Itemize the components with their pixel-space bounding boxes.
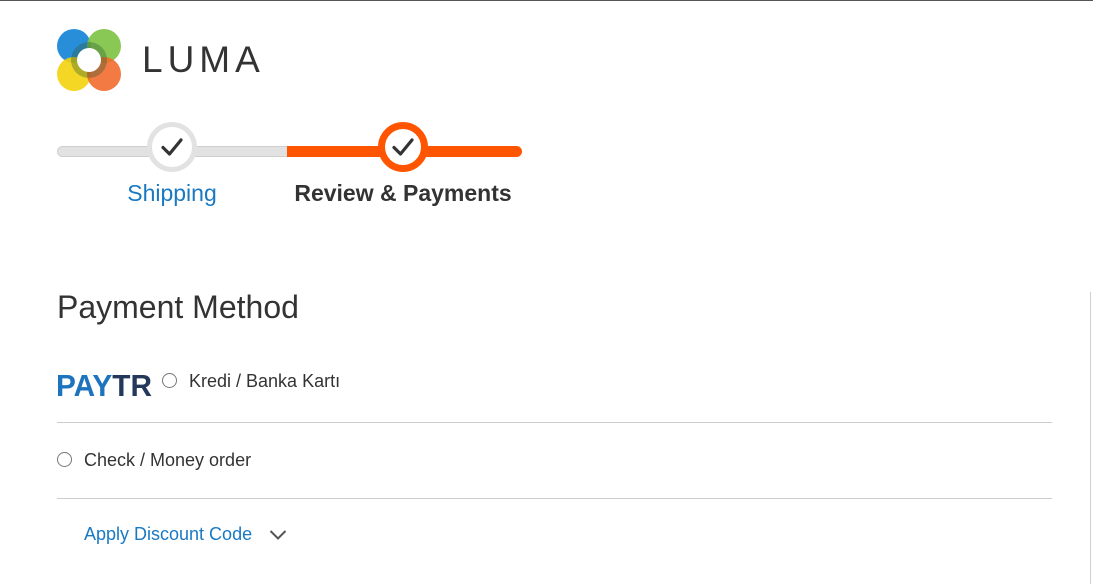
checkout-progress-bar: Shipping Review & Payments bbox=[57, 122, 523, 232]
scroll-edge bbox=[1090, 292, 1091, 584]
step-review-marker bbox=[378, 122, 428, 172]
checkmark-icon bbox=[392, 138, 414, 156]
divider bbox=[57, 422, 1052, 423]
step-shipping-marker[interactable] bbox=[147, 122, 197, 172]
checkmark-icon bbox=[161, 138, 183, 156]
payment-label-checkmo[interactable]: Check / Money order bbox=[84, 450, 251, 471]
payment-radio-paytr[interactable] bbox=[162, 373, 177, 388]
payment-method-title: Payment Method bbox=[57, 289, 299, 325]
paytr-logo: PAYTR bbox=[56, 368, 152, 400]
divider bbox=[57, 498, 1052, 499]
svg-text:PAYTR: PAYTR bbox=[56, 368, 152, 400]
step-review-label: Review & Payments bbox=[294, 180, 512, 206]
brand-name: LUMA bbox=[142, 39, 265, 80]
payment-label-paytr[interactable]: Kredi / Banka Kartı bbox=[189, 371, 340, 392]
apply-discount-toggle[interactable]: Apply Discount Code bbox=[84, 524, 287, 545]
payment-radio-checkmo[interactable] bbox=[57, 452, 72, 467]
luma-logo[interactable]: LUMA bbox=[57, 29, 265, 91]
chevron-down-icon[interactable] bbox=[269, 529, 287, 541]
apply-discount-label[interactable]: Apply Discount Code bbox=[84, 524, 252, 545]
top-border bbox=[0, 0, 1093, 1]
step-shipping-link[interactable]: Shipping bbox=[127, 180, 217, 207]
luma-logo-icon bbox=[57, 29, 121, 91]
